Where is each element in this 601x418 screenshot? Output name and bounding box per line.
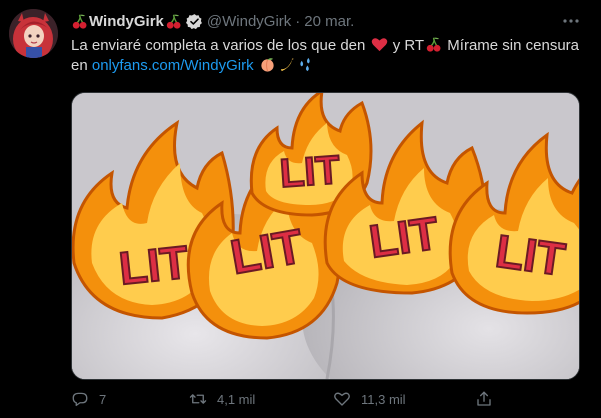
tweet[interactable]: WindyGirk @WindyGirk · 20 mar. La enviar… [0,0,601,418]
tweet-date[interactable]: 20 mar. [304,13,354,30]
text-segment: La enviaré completa a varios de los que … [71,37,366,54]
retweet-button[interactable]: 4,1 mil [189,388,255,410]
peach-icon [261,58,274,72]
like-count: 11,3 mil [361,391,406,407]
tweet-header: WindyGirk @WindyGirk · 20 mar. [71,11,354,31]
tweet-media-image[interactable]: LIT LIT LIT LIT LIT [71,92,580,380]
lit-label: LIT [278,148,341,196]
reply-icon [72,392,88,407]
display-name[interactable]: WindyGirk [89,13,164,30]
separator-dot: · [295,12,301,30]
lit-label: LIT [366,206,442,267]
lit-label: LIT [493,224,569,285]
tweet-link[interactable]: onlyfans.com/WindyGirk [92,57,254,74]
share-icon [477,391,491,406]
share-button[interactable] [475,388,503,410]
text-segment: Mírame sin censura [447,37,579,54]
sweat-droplets-icon [300,57,310,72]
text-segment: en [71,57,88,74]
more-button[interactable] [560,10,582,32]
handle[interactable]: @WindyGirk [207,13,291,30]
retweet-count: 4,1 mil [217,391,256,407]
tweet-text-line-2: en onlyfans.com/WindyGirk [71,56,581,76]
tweet-actions: 7 4,1 mil 11,3 mil [71,388,501,410]
heart-icon [334,392,350,406]
avatar-image [9,9,58,58]
text-segment: y RT [392,37,425,54]
avatar[interactable] [9,9,58,58]
retweet-icon [189,394,207,404]
tweet-text-line-1: La enviaré completa a varios de los que … [71,36,581,56]
media-image: LIT LIT LIT LIT LIT [72,93,579,379]
cherry-icon [426,37,441,52]
like-button[interactable]: 11,3 mil [333,388,406,410]
banana-icon [280,57,294,72]
red-heart-icon [371,38,387,52]
reply-count: 7 [99,391,107,407]
cherry-icon [166,14,181,29]
more-icon [563,19,579,23]
tweet-text: La enviaré completa a varios de los que … [71,36,581,76]
verified-badge-icon [185,13,202,29]
cherry-icon [72,14,87,29]
lit-label: LIT [117,236,191,295]
reply-button[interactable]: 7 [71,388,106,410]
